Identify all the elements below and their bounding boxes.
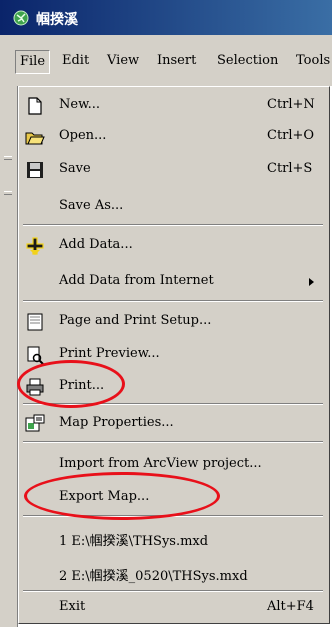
menu-edit[interactable]: Edit	[58, 50, 93, 72]
page-setup-icon	[27, 313, 43, 331]
new-document-icon	[28, 97, 42, 115]
menu-item-recent-1[interactable]: 1 E:\帼揆溪\THSys.mxd	[19, 522, 329, 555]
menu-separator	[23, 403, 323, 405]
menu-separator	[23, 441, 323, 443]
menu-item-print-preview[interactable]: Print Preview...	[19, 338, 329, 371]
menu-item-recent-2[interactable]: 2 E:\帼揆溪_0520\THSys.mxd	[19, 557, 329, 590]
menu-item-print[interactable]: Print...	[19, 370, 329, 403]
menu-tools[interactable]: Tools	[292, 50, 332, 72]
menu-item-add-data[interactable]: Add Data...	[19, 229, 329, 262]
map-properties-icon	[25, 414, 45, 432]
menu-view[interactable]: View	[103, 50, 143, 72]
window-title: 帼揆溪	[36, 12, 78, 28]
menu-separator	[23, 300, 323, 302]
file-menu: New... Ctrl+N Open... Ctrl+O Save Ctrl+S…	[18, 86, 330, 624]
menu-item-page-print-setup[interactable]: Page and Print Setup...	[19, 305, 329, 338]
menu-item-map-properties[interactable]: Map Properties...	[19, 407, 329, 440]
title-bar: 帼揆溪	[0, 0, 332, 35]
menu-file[interactable]: File	[15, 50, 51, 74]
menu-item-export-map[interactable]: Export Map...	[19, 481, 329, 514]
menu-item-open[interactable]: Open... Ctrl+O	[19, 120, 329, 153]
toolbar-grip[interactable]	[4, 156, 12, 160]
save-disk-icon	[27, 162, 43, 178]
menu-selection[interactable]: Selection	[213, 50, 282, 72]
menu-item-save-as[interactable]: Save As...	[19, 190, 329, 223]
toolbar-grip-strip	[0, 86, 18, 627]
menu-separator	[23, 515, 323, 517]
arcmap-globe-icon	[13, 10, 29, 26]
menu-item-exit[interactable]: Exit Alt+F4	[19, 591, 329, 624]
menu-bar: File Edit View Insert Selection Tools	[0, 35, 332, 87]
toolbar-grip[interactable]	[4, 191, 12, 195]
menu-item-new[interactable]: New... Ctrl+N	[19, 89, 329, 122]
open-folder-icon	[25, 132, 45, 145]
printer-icon	[26, 378, 44, 396]
menu-item-import-arcview[interactable]: Import from ArcView project...	[19, 448, 329, 481]
menu-insert[interactable]: Insert	[153, 50, 200, 72]
menu-separator	[23, 224, 323, 226]
menu-item-add-data-internet[interactable]: Add Data from Internet	[19, 265, 329, 298]
submenu-arrow-icon	[309, 278, 314, 286]
menu-item-save[interactable]: Save Ctrl+S	[19, 153, 329, 186]
add-data-plus-icon	[26, 237, 44, 255]
print-preview-icon	[27, 346, 44, 365]
